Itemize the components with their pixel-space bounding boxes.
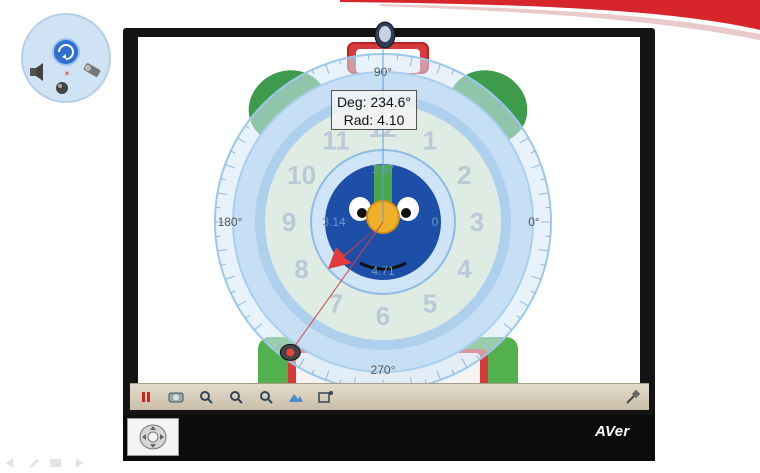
radian-value: Rad: 4.10	[343, 112, 405, 128]
brand-logo: AVer	[595, 423, 630, 440]
image-adjust-icon[interactable]	[288, 389, 304, 405]
pen-icon[interactable]	[28, 455, 40, 468]
clock-number: 7	[329, 288, 343, 318]
slide-nav	[6, 455, 84, 468]
protractor-label-180: 180°	[218, 215, 243, 229]
clock-number: 10	[287, 160, 316, 190]
clock-number: 6	[376, 301, 390, 331]
clock-number: 11	[322, 126, 350, 156]
nav-pad-thumbnail[interactable]	[127, 418, 179, 456]
clock-number: 1	[423, 126, 437, 156]
clock-number: 2	[457, 160, 471, 190]
bottom-bar	[123, 415, 655, 461]
inner-label-0: 0	[432, 215, 439, 229]
angle-handle[interactable]	[279, 343, 301, 361]
list-icon[interactable]	[50, 455, 62, 467]
clock-number: 9	[282, 207, 296, 237]
degree-value: Deg: 234.6°	[336, 94, 412, 110]
screen-capture-icon[interactable]	[318, 389, 334, 405]
zoom-out-icon[interactable]	[228, 389, 244, 405]
inner-label-314: 3.14	[322, 215, 346, 229]
screen: ✕ 12 3 4 5 6 7 8 9 10 11 1.57 3.14 0 4.7…	[0, 0, 760, 473]
clock-scene: 121234567891011 1.57 3.14 0 4.71 90° 1	[214, 37, 552, 383]
pause-icon[interactable]	[138, 389, 154, 405]
camera-toolbar	[130, 383, 649, 410]
svg-text:✕: ✕	[64, 71, 70, 78]
protractor-label-270: 270°	[371, 363, 396, 377]
pin-icon[interactable]	[625, 389, 641, 405]
control-widget[interactable]: ✕	[18, 12, 114, 104]
camera-icon[interactable]	[168, 389, 184, 405]
camera-view: 121234567891011 1.57 3.14 0 4.71 90° 1	[138, 37, 640, 383]
zoom-in-icon[interactable]	[198, 389, 214, 405]
angle-readout: Deg: 234.6° Rad: 4.10	[331, 90, 417, 130]
forward-icon[interactable]	[72, 455, 84, 468]
clock-number: 4	[457, 254, 472, 284]
home-icon[interactable]	[56, 82, 68, 94]
clock-number: 8	[294, 254, 308, 284]
rotation-knob[interactable]	[372, 20, 398, 50]
direction-pad-icon	[139, 424, 167, 450]
rotate-icon[interactable]	[52, 38, 80, 66]
protractor-label-0: 0°	[528, 215, 540, 229]
clock-number: 5	[423, 288, 437, 318]
inner-label-471: 4.71	[371, 264, 395, 278]
zoom-reset-icon[interactable]	[258, 389, 274, 405]
back-icon[interactable]	[6, 455, 18, 468]
clock-number: 3	[470, 207, 484, 237]
